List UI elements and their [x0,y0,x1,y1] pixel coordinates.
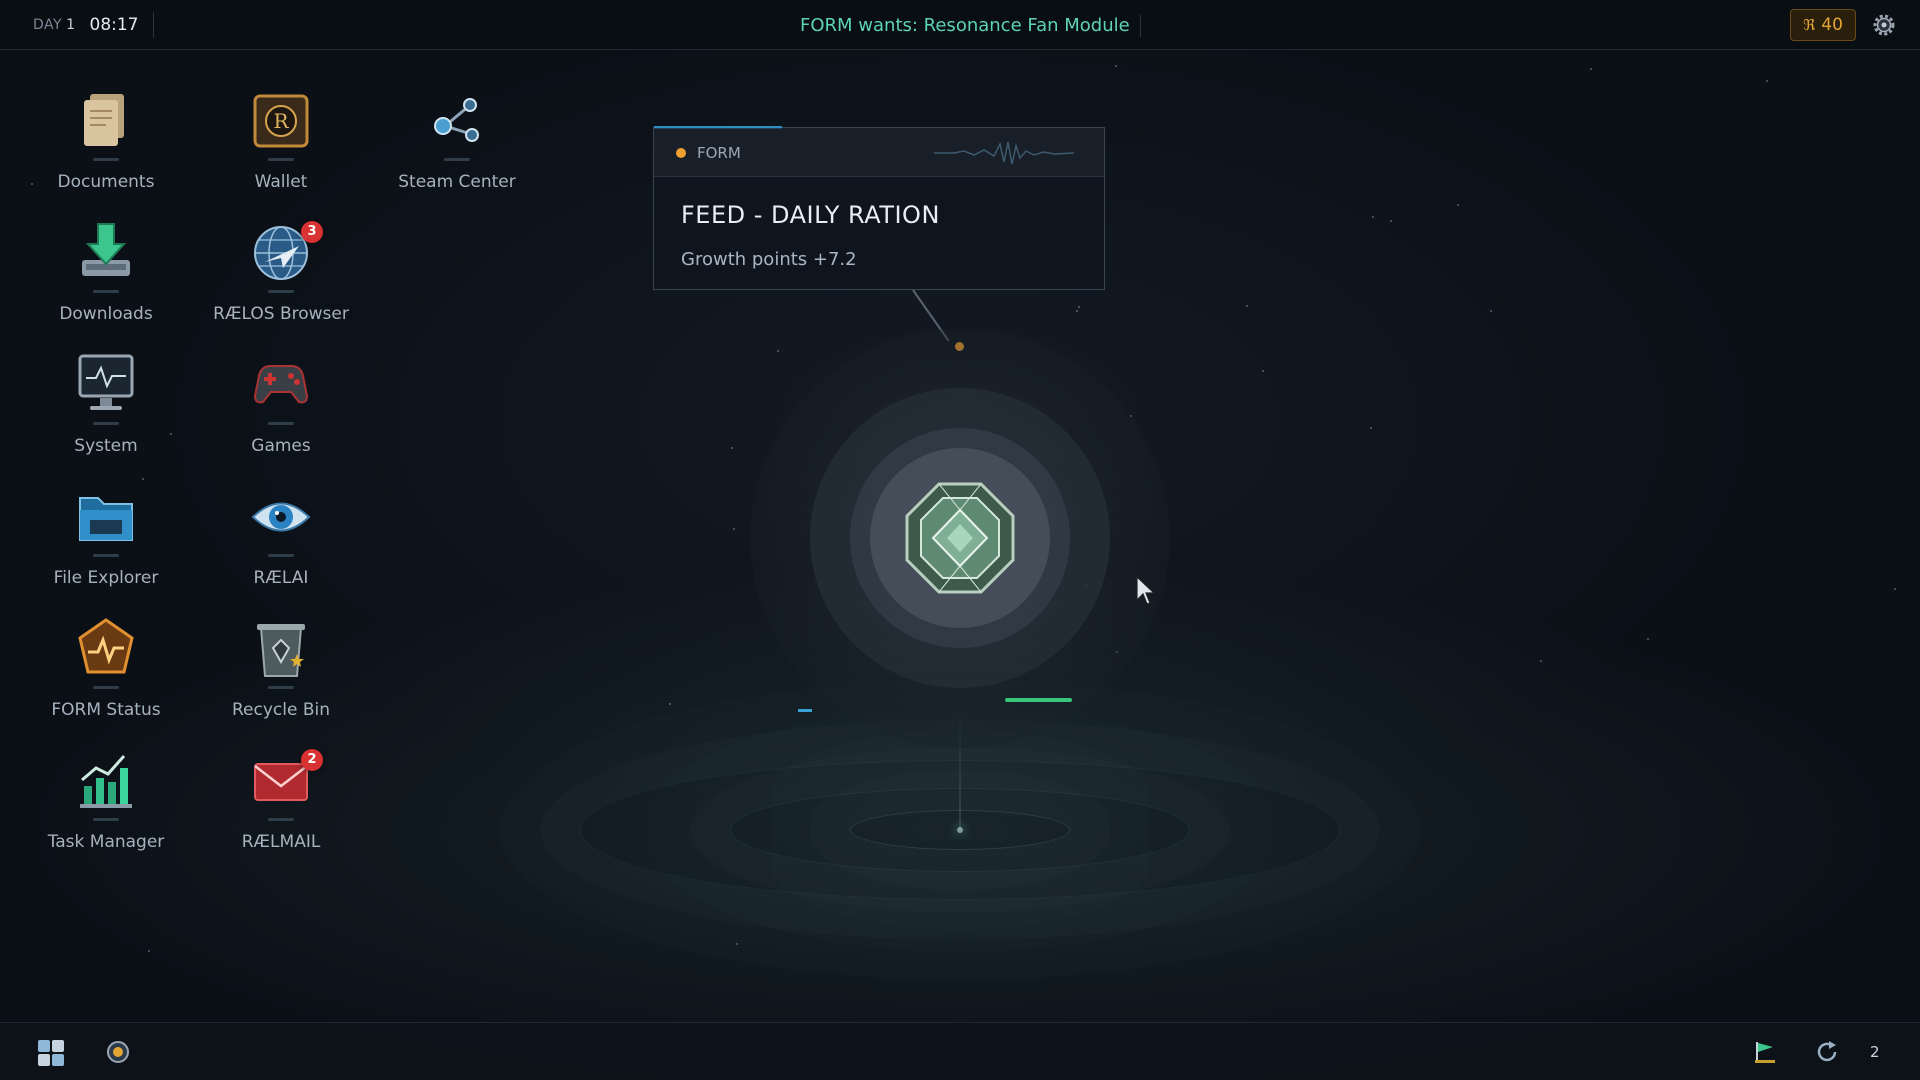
desktop-icon-label: File Explorer [53,568,159,588]
chart-icon [80,755,132,808]
status-dot [676,148,686,158]
desktop-icon-label: Documents [57,172,155,192]
desktop-icon-label: System [74,436,138,456]
form-crystal-icon[interactable] [903,480,1017,596]
desktop-icon-downloads[interactable]: Downloads [31,222,181,342]
share-nodes-icon [434,98,479,142]
desktop-icon-steam-center[interactable]: Steam Center [382,90,532,210]
form-status-icon [78,618,134,674]
desktop-icon-recycle-bin[interactable]: Recycle Bin [206,618,356,738]
wallet-icon: R [253,94,309,148]
desktop-icon-form-status[interactable]: FORM Status [31,618,181,738]
gear-icon[interactable] [1870,11,1898,39]
desktop-icon-label: Steam Center [398,172,516,192]
form-wants-text: FORM wants: Resonance Fan Module [800,15,1141,37]
mouse-cursor-icon [1136,576,1156,605]
desktop-icon-label: RÆLMAIL [241,832,321,852]
recycle-bin-icon [257,624,305,677]
orb-icon[interactable] [106,1040,130,1064]
popup-header: FORM [654,128,1104,177]
download-icon [82,223,130,276]
popup-tag: FORM [697,144,741,162]
folder-icon [79,497,133,541]
desktop-icon-label: RÆLOS Browser [213,304,349,324]
notification-badge: 3 [301,221,323,243]
floor-center-dot [957,827,963,833]
clock: 08:17 [90,11,154,38]
desktop-icon-games[interactable]: Games [206,354,356,474]
popup-subtitle: Growth points +7.2 [681,249,857,270]
refresh-icon[interactable] [1815,1040,1839,1064]
popup-title: FEED - DAILY RATION [681,201,940,229]
growth-indicator-bar [1005,698,1072,702]
form-notification-popup[interactable]: FORM FEED - DAILY RATION Growth points +… [653,126,1105,290]
blue-tick-mark [798,709,812,712]
eye-icon [251,502,311,532]
svg-text:R: R [273,109,289,133]
desktop-icon-label: FORM Status [51,700,161,720]
day-value: 1 [66,16,76,33]
currency-value: 40 [1821,15,1843,35]
waveform-icon [934,141,1074,165]
desktop-icon-label: Games [251,436,311,456]
notification-badge: 2 [301,749,323,771]
desktop-icon-wallet[interactable]: R Wallet [206,90,356,210]
desktop-icon-label: Wallet [254,172,308,192]
taskbar: 2 [0,1022,1920,1080]
desktop-icon-task-manager[interactable]: Task Manager [31,750,181,870]
desktop-icon-raelos-browser[interactable]: 3 RÆLOS Browser [206,221,356,342]
desktop-icon-documents[interactable]: Documents [31,90,181,210]
desktop-icon-raelmail[interactable]: 2 RÆLMAIL [206,749,356,870]
desktop-icon-raelai[interactable]: RÆLAI [206,486,356,606]
gamepad-icon [253,365,309,404]
documents-icon [84,94,124,146]
desktop-icon-label: Recycle Bin [231,700,330,720]
currency-display[interactable]: ℜ 40 [1790,9,1856,41]
grid-icon[interactable] [37,1039,65,1067]
flag-icon[interactable] [1754,1040,1776,1064]
desktop-icon-label: RÆLAI [253,568,309,588]
monitor-icon [78,354,134,410]
desktop-icon-label: Task Manager [47,832,165,852]
taskbar-count: 2 [1870,1043,1880,1061]
desktop-icon-label: Downloads [59,304,153,324]
desktop-icon-file-explorer[interactable]: File Explorer [31,486,181,606]
desktop-icon-system[interactable]: System [31,354,181,474]
currency-symbol: ℜ [1803,16,1816,34]
day-label: DAY [33,16,63,33]
day-indicator: DAY 1 [33,17,76,33]
